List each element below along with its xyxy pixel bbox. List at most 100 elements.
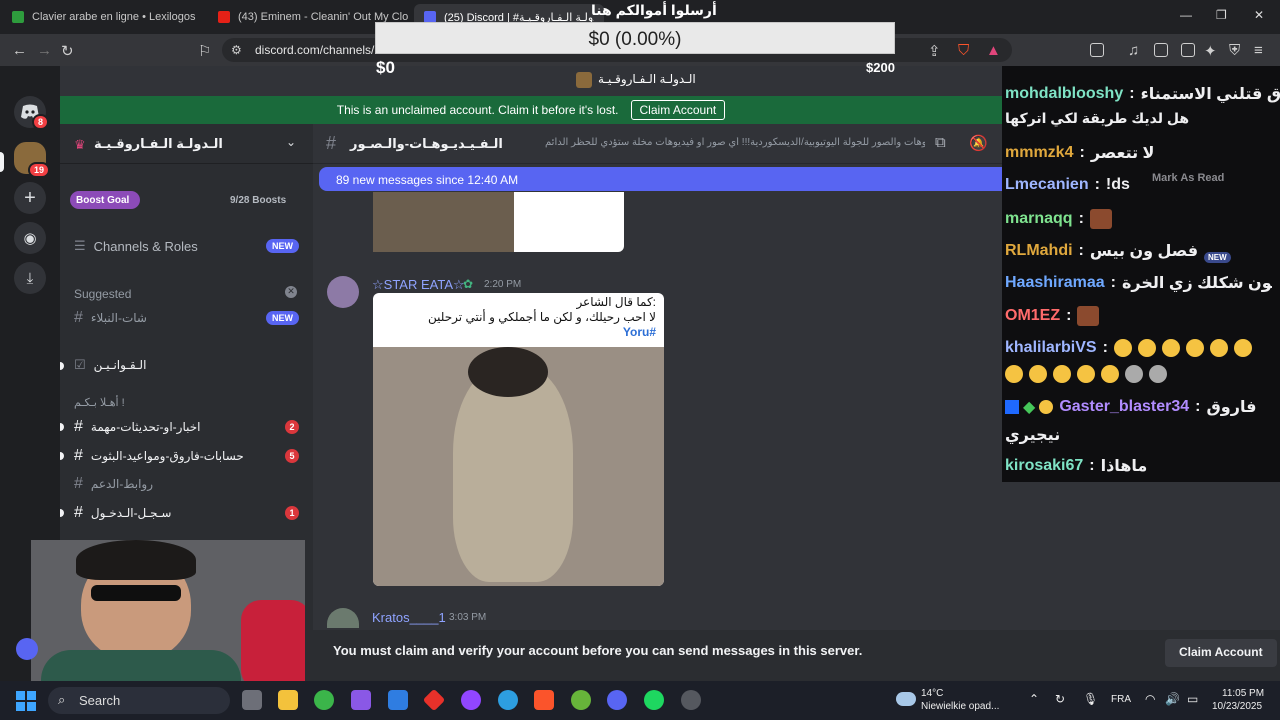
meme-figure [453,367,573,582]
checkbox-icon: ☑ [74,357,86,372]
webcam-hair [76,540,196,580]
claim-account-button[interactable]: Claim Account [630,100,726,120]
language-indicator[interactable]: FRA [1111,694,1131,705]
channel-topic[interactable]: فيديوهات والصور للجولة اليوتيوبية/الديسك… [545,137,925,148]
xbox-icon[interactable] [314,690,334,710]
laughing-emoji-icon [1161,339,1180,357]
server-flag-icon: ♛ [74,137,86,152]
channel-support[interactable]: # روابط-الدعم [74,475,153,493]
leo-ai-icon[interactable]: ✦ [1204,42,1217,60]
maximize-icon[interactable]: ❐ [1216,8,1227,22]
discover-icon[interactable]: ◉ [14,222,46,254]
windows-start-icon[interactable] [16,691,36,711]
twitch-message: Haashiramaa : ان حيكون شكلك زي الخرة [1005,274,1272,292]
clock-time[interactable]: 11:05 PM [1222,688,1264,699]
add-server-icon[interactable]: + [14,182,46,214]
brave-shield-icon[interactable]: ⛉ [958,42,969,59]
search-icon: ⌕ [58,692,66,707]
weather-temp[interactable]: 14°C [921,688,943,699]
mention-count: 5 [285,449,299,463]
windows-taskbar: ⌕ Search 14°C Niewielkie opad... ⌃ ↻ 🎙 F… [0,681,1280,720]
avatar[interactable] [327,276,359,308]
minimize-icon[interactable]: — [1180,8,1192,22]
store-icon[interactable] [388,690,408,710]
utorrent-icon[interactable] [571,690,591,710]
claim-account-bottom-button[interactable]: Claim Account [1165,639,1277,667]
threads-icon[interactable]: ⧉ [935,134,946,151]
selected-server-pill [0,152,4,172]
twitch-message: RLMahdi : فصل ون بيس [1005,242,1199,260]
rofl-emoji-icon [1233,339,1252,357]
chevron-up-icon[interactable]: ⌃ [1029,692,1039,706]
share-icon[interactable]: ⇪ [928,42,941,60]
clock-date[interactable]: 10/23/2025 [1212,701,1262,712]
channel-login[interactable]: # سـجـل-الـدخـول [74,504,171,522]
twitch-icon[interactable] [461,690,481,710]
boost-goal-bar[interactable]: Boost Goal 9/28 Boosts [70,191,300,209]
tab-lexilogos[interactable]: Clavier arabe en ligne • Lexilogos [2,4,207,30]
server-header[interactable]: ♛ الـدولـة الـفـاروقـيـة ⌄ [60,124,313,164]
discord-taskbar-icon[interactable] [607,690,627,710]
forward-icon[interactable]: → [37,42,52,59]
channel-suggested[interactable]: # شات-النبلاء [74,309,147,327]
download-icon[interactable]: ⤓ [14,262,46,294]
copilot-icon[interactable] [351,690,371,710]
sync-icon[interactable]: ↻ [1055,692,1065,706]
brave-icon[interactable] [534,690,554,710]
message-author[interactable]: Kratos____1 [372,610,446,625]
back-icon[interactable]: ← [12,42,27,59]
lexilogos-favicon-icon [12,11,24,23]
discord-user-avatar[interactable] [16,638,38,660]
browser-icon[interactable] [498,690,518,710]
spotify-icon[interactable] [644,690,664,710]
channel-label: الـقـوانـيـن [93,358,147,372]
screenshot-icon[interactable] [1090,43,1104,57]
sidebar-icon[interactable] [1154,43,1168,57]
tab-title: Clavier arabe en ligne • Lexilogos [32,11,196,23]
app-icon[interactable] [422,688,446,712]
wifi-icon[interactable]: ◠ [1145,692,1155,706]
wallet-icon[interactable] [1181,43,1195,57]
menu-icon[interactable]: ≡ [1254,42,1263,59]
bookmark-icon[interactable]: ⚐ [198,42,211,60]
image-attachment[interactable]: كما قال الشاعر: لا احب رحيلك، و لكن ما أ… [373,293,664,586]
channels-roles-item[interactable]: ☰ Channels & Roles [74,238,198,254]
weather-text[interactable]: Niewielkie opad... [921,701,999,712]
task-view-icon[interactable] [242,690,262,710]
twitch-username: Gaster_blaster34 [1059,398,1190,415]
new-messages-bar[interactable]: 89 new messages since 12:40 AM [319,167,1002,191]
mark-as-read[interactable]: Mark As Read [1152,172,1224,184]
taskbar-search[interactable]: ⌕ Search [48,687,230,714]
message-author[interactable]: ☆STAR EATA☆ [372,277,465,293]
webcam-chair [241,600,305,681]
meme-caption-3: Yoru# [622,325,656,339]
webcam-shirt [41,650,241,681]
previous-image-attachment[interactable] [373,192,624,252]
moai-emoji-icon [1149,365,1167,383]
webcam-sunglasses [91,585,181,601]
close-window-icon[interactable]: ✕ [1254,8,1264,22]
site-settings-icon[interactable]: ⚙ [231,43,242,57]
twitch-username: kirosaki67 [1005,457,1084,474]
file-explorer-icon[interactable] [278,690,298,710]
brave-rewards-icon[interactable]: ▲ [986,42,1001,59]
twitch-text: فصل ون بيس [1089,243,1199,260]
laughing-emoji-icon [1185,339,1204,357]
channel-rules[interactable]: ☑ الـقـوانـيـن [74,357,146,373]
reload-icon[interactable]: ↻ [61,42,74,60]
channel-accounts[interactable]: # حسابات-فاروق-ومواعيد-البثوت [74,447,261,465]
microphone-icon[interactable]: 🎙 [1083,692,1098,706]
vpn-icon[interactable]: ⛨ [1229,42,1240,59]
twitch-username: Lmecanien [1005,176,1089,193]
dismiss-suggested-icon[interactable]: ✕ [285,286,297,298]
music-icon[interactable]: ♫ [1128,42,1139,59]
server-caption: الـدولـة الـفـاروقـيـة [598,72,696,86]
channels-roles-label: Channels & Roles [93,238,198,254]
obs-icon[interactable] [681,690,701,710]
meme-caption-1: كما قال الشاعر: [576,295,656,309]
category-welcome[interactable]: أهـلا بـكـم ! [74,396,125,409]
channel-news[interactable]: # اخبار-او-تحديثات-مهمة [74,418,200,436]
battery-icon[interactable]: ▭ [1187,692,1198,706]
volume-icon[interactable]: 🔊 [1165,692,1180,706]
notifications-muted-icon[interactable]: 🔕 [969,134,988,152]
